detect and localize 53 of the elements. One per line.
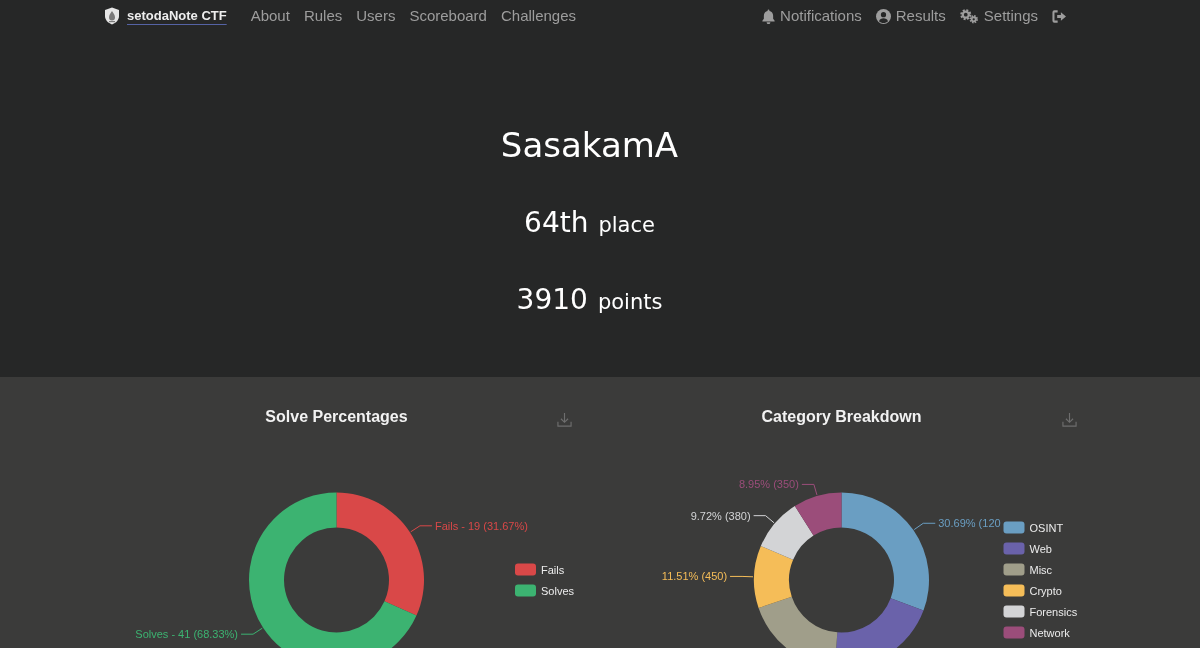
leader-line [913, 522, 936, 531]
score-label: points [597, 289, 663, 316]
leader-line [801, 483, 818, 496]
swatch-icon [1003, 626, 1025, 639]
leader-line [753, 515, 775, 524]
download-icon[interactable] [557, 412, 572, 427]
swatch-icon [515, 584, 536, 597]
swatch-icon [1003, 605, 1025, 618]
swatch-icon [1003, 584, 1025, 597]
legend-label: Network [1029, 626, 1070, 639]
swatch-icon [1003, 521, 1025, 534]
legend-label: Crypto [1029, 584, 1062, 597]
rank-value: 64th [524, 206, 589, 240]
nav-link[interactable]: Users [356, 7, 396, 25]
shield-icon [104, 7, 120, 25]
nav-link[interactable]: About [250, 7, 290, 25]
slice-label: 11.51% (450) [661, 570, 728, 583]
slice-label: Fails - 19 (31.67%) [434, 519, 528, 532]
slice-label: Solves - 41 (68.33%) [135, 628, 239, 641]
score-value: 3910 [516, 283, 588, 317]
legend-label: Fails [541, 563, 565, 576]
leader-line [240, 627, 263, 635]
download-icon[interactable] [1062, 412, 1077, 427]
rank-label: place [598, 212, 655, 239]
leader-line [410, 525, 433, 533]
donut-slice [760, 505, 814, 560]
nav-link[interactable]: Rules [303, 7, 343, 25]
team-name: SasakamA [500, 125, 679, 165]
legend-label: Web [1029, 542, 1052, 555]
logout-link[interactable] [1052, 9, 1067, 23]
nav-link[interactable]: Results [875, 7, 946, 25]
legend-label: Forensics [1029, 605, 1078, 618]
chart-title: Category Breakdown [761, 407, 922, 426]
slice-label: 30.69% (120 [938, 517, 1001, 530]
swatch-icon [1003, 563, 1025, 576]
nav-link[interactable]: Settings [959, 7, 1038, 25]
nav-link[interactable]: Challenges [500, 7, 577, 25]
legend-label: OSINT [1029, 521, 1064, 534]
bell-icon [762, 8, 776, 24]
chart-title: Solve Percentages [265, 407, 408, 426]
legend-label: Solves [541, 584, 575, 597]
slice-label: 9.72% (380) [690, 509, 751, 522]
nav-link[interactable]: Notifications [762, 7, 862, 25]
brand-link[interactable]: setodaNote CTF [104, 7, 227, 25]
slice-label: 8.95% (350) [738, 478, 799, 491]
swatch-icon [515, 563, 536, 576]
swatch-icon [1003, 542, 1025, 555]
leader-line [729, 575, 754, 578]
legend-label: Misc [1029, 563, 1053, 576]
sign-out-icon [1052, 9, 1067, 23]
gears-icon [959, 8, 979, 24]
user-circle-icon [875, 8, 891, 24]
nav-link[interactable]: Scoreboard [409, 7, 487, 25]
